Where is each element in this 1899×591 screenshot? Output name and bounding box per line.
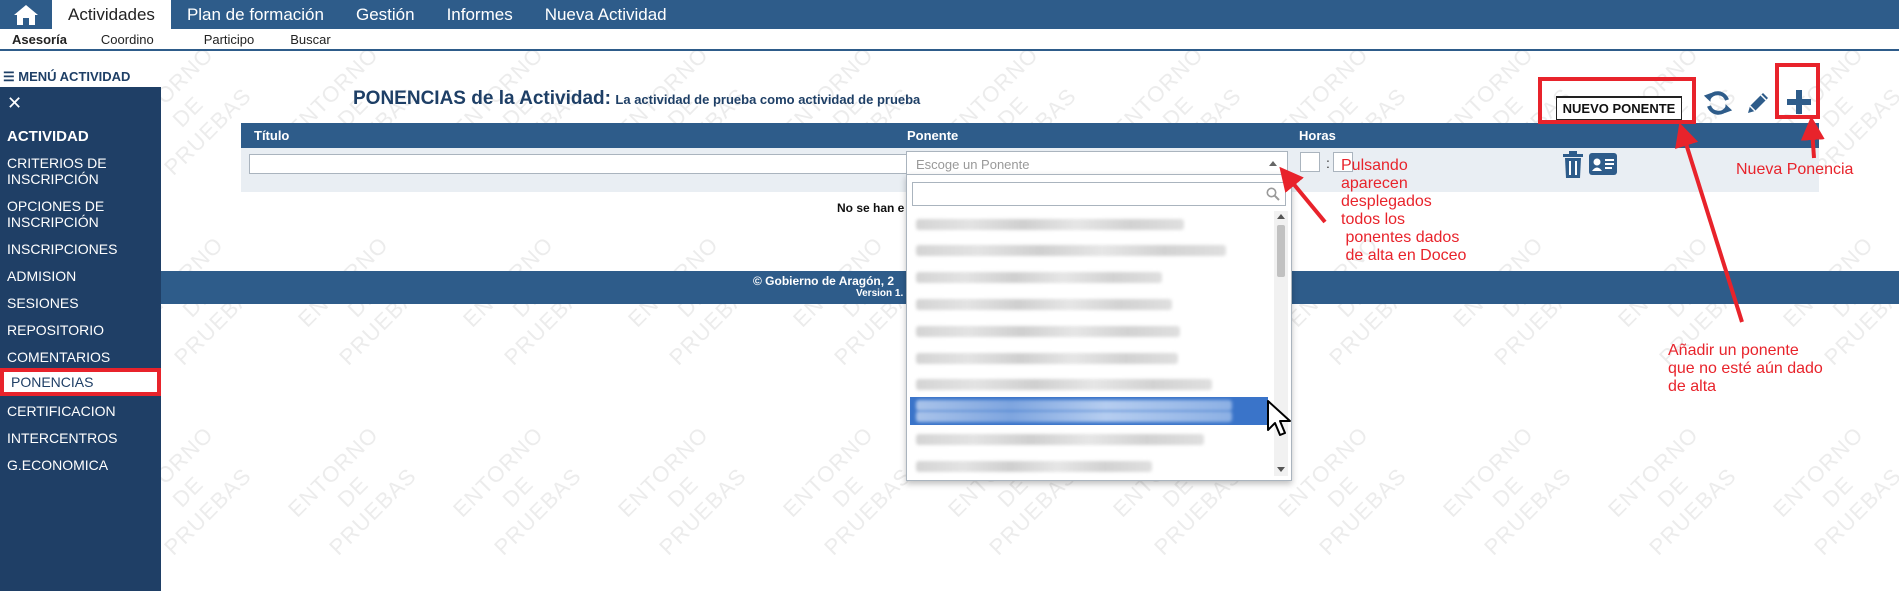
menu-title[interactable]: ☰ MENÚ ACTIVIDAD — [3, 69, 130, 85]
watermark-text: ENTORNODEPRUEBAS — [1603, 421, 1742, 560]
sidebar-item-geconomica[interactable]: G.ECONOMICA — [7, 457, 108, 473]
sidebar: ✕ ACTIVIDAD CRITERIOS DE INSCRIPCIÓN OPC… — [0, 87, 161, 591]
watermark-text: ENTORNODEPRUEBAS — [283, 421, 422, 560]
delete-button[interactable] — [1561, 151, 1585, 184]
nav-item-actividades[interactable]: Actividades — [52, 0, 171, 29]
trash-icon — [1563, 151, 1583, 178]
ponente-option[interactable] — [910, 291, 1268, 317]
subnav-participo[interactable]: Participo — [166, 32, 267, 47]
column-ponente: Ponente — [907, 128, 959, 143]
ponente-dropdown — [906, 174, 1292, 481]
refresh-icon — [1703, 91, 1733, 115]
id-card-icon — [1589, 153, 1617, 175]
ponente-search-input[interactable] — [913, 183, 1253, 205]
annotation-add-ponente: Añadir un ponente que no esté aún dado d… — [1668, 342, 1823, 395]
nav-item-nueva-actividad[interactable]: Nueva Actividad — [529, 0, 683, 29]
sidebar-item-admision[interactable]: ADMISION — [7, 268, 76, 284]
watermark-text: ENTORNODEPRUEBAS — [1768, 421, 1899, 560]
column-horas: Horas — [1299, 128, 1336, 143]
sidebar-item-comentarios[interactable]: COMENTARIOS — [7, 349, 110, 365]
sidebar-item-inscripciones[interactable]: INSCRIPCIONES — [7, 241, 117, 257]
scroll-up-icon[interactable] — [1277, 214, 1285, 219]
annotation-dropdown-note: Pulsando aparecen desplegados todos los … — [1341, 157, 1467, 264]
horas-separator: : — [1326, 155, 1330, 171]
home-button[interactable] — [0, 0, 52, 29]
watermark-text: ENTORNODEPRUEBAS — [1273, 421, 1412, 560]
home-icon — [14, 4, 38, 25]
pencil-icon — [1748, 93, 1768, 113]
ponente-select[interactable]: Escoge un Ponente — [906, 151, 1288, 175]
sidebar-item-opciones[interactable]: OPCIONES DE INSCRIPCIÓN — [7, 198, 104, 230]
empty-message: No se han e — [837, 201, 905, 215]
annotation-nueva-ponencia: Nueva Ponencia — [1736, 161, 1854, 178]
subnav-asesoria[interactable]: Asesoría — [0, 32, 79, 47]
ponente-option[interactable] — [910, 453, 1268, 476]
close-icon[interactable]: ✕ — [7, 93, 22, 114]
ponente-option[interactable] — [910, 211, 1268, 237]
sidebar-item-ponencias[interactable]: PONENCIAS — [0, 368, 161, 396]
nuevo-ponente-button[interactable]: NUEVO PONENTE — [1556, 96, 1682, 120]
ponente-option[interactable] — [910, 237, 1268, 263]
subnav-buscar[interactable]: Buscar — [266, 32, 342, 47]
page-title-activity: La actividad de prueba como actividad de… — [615, 92, 921, 107]
ponente-select-placeholder: Escoge un Ponente — [916, 157, 1030, 172]
sidebar-item-sesiones[interactable]: SESIONES — [7, 295, 79, 311]
ponente-option[interactable] — [910, 345, 1268, 371]
ponente-option-highlighted[interactable] — [910, 397, 1268, 425]
mouse-cursor-icon — [1267, 400, 1291, 436]
watermark-text: ENTORNODEPRUEBAS — [613, 421, 752, 560]
plus-icon — [1787, 90, 1811, 114]
table-header: Título Ponente Horas — [241, 123, 1819, 148]
sidebar-item-intercentros[interactable]: INTERCENTROS — [7, 430, 117, 446]
sidebar-section-actividad[interactable]: ACTIVIDAD — [7, 129, 89, 145]
search-icon — [1266, 187, 1280, 201]
ponente-option[interactable] — [910, 371, 1268, 397]
page-title: PONENCIAS de la Actividad: La actividad … — [353, 88, 920, 110]
titulo-input[interactable] — [249, 154, 909, 174]
ponente-option[interactable] — [910, 426, 1268, 452]
footer-version: Version 1. — [856, 288, 904, 299]
edit-button[interactable] — [1743, 88, 1773, 123]
page-title-main: PONENCIAS de la Actividad: — [353, 88, 611, 109]
watermark-text: ENTORNODEPRUEBAS — [448, 421, 587, 560]
ponente-option-list — [910, 211, 1272, 476]
sidebar-item-criterios[interactable]: CRITERIOS DE INSCRIPCIÓN — [7, 155, 107, 187]
ponente-option[interactable] — [910, 264, 1268, 290]
subnav-coordino[interactable]: Coordino — [79, 32, 166, 47]
footer-copyright: © Gobierno de Aragón, 2 — [753, 274, 895, 288]
ponente-search-field[interactable] — [912, 182, 1286, 206]
scrollbar-thumb[interactable] — [1277, 225, 1285, 277]
top-navigation: Actividades Plan de formación Gestión In… — [0, 0, 1899, 29]
watermark-text: ENTORNODEPRUEBAS — [778, 421, 917, 560]
horas-input[interactable] — [1300, 152, 1320, 172]
nueva-ponencia-button[interactable] — [1784, 87, 1814, 122]
ficha-ponente-button[interactable] — [1589, 153, 1617, 180]
nav-item-plan-formacion[interactable]: Plan de formación — [171, 0, 340, 29]
watermark-text: ENTORNODEPRUEBAS — [1438, 421, 1577, 560]
ponente-option[interactable] — [910, 318, 1268, 344]
column-titulo: Título — [254, 128, 290, 143]
chevron-up-icon — [1269, 161, 1277, 166]
sub-navigation: Asesoría Coordino Participo Buscar — [0, 29, 1899, 51]
sidebar-item-certificacion[interactable]: CERTIFICACION — [7, 403, 116, 419]
scroll-down-icon[interactable] — [1277, 467, 1285, 472]
nav-item-informes[interactable]: Informes — [431, 0, 529, 29]
sidebar-item-repositorio[interactable]: REPOSITORIO — [7, 322, 104, 338]
refresh-button[interactable] — [1703, 88, 1733, 123]
nav-item-gestion[interactable]: Gestión — [340, 0, 431, 29]
